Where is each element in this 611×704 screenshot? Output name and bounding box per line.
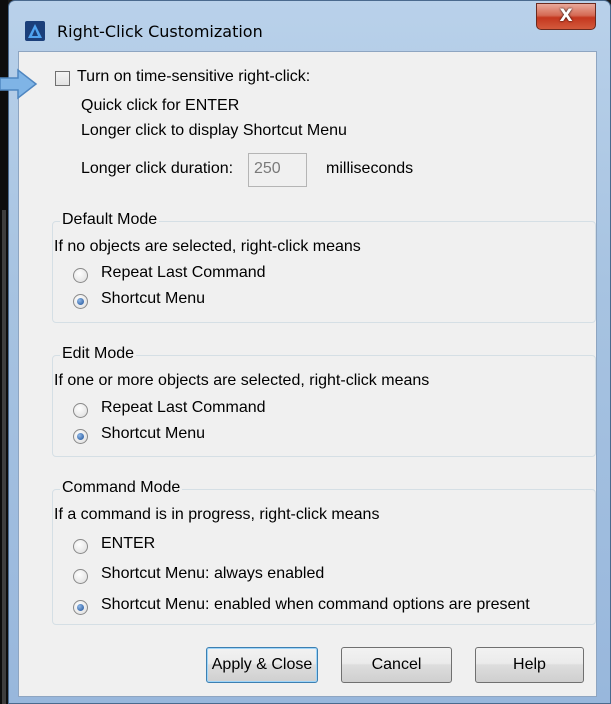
close-icon: X (559, 6, 573, 26)
default-repeat-label[interactable]: Repeat Last Command (101, 264, 266, 282)
window-title: Right-Click Customization (57, 22, 263, 41)
edit-repeat-label[interactable]: Repeat Last Command (101, 399, 266, 417)
default-repeat-radio[interactable] (73, 268, 88, 283)
duration-input[interactable]: 250 (248, 153, 307, 187)
duration-unit-label: milliseconds (326, 160, 414, 177)
command-mode-title: Command Mode (60, 479, 183, 497)
time-sensitive-checkbox[interactable] (55, 71, 70, 86)
edit-repeat-radio[interactable] (73, 403, 88, 418)
command-always-label[interactable]: Shortcut Menu: always enabled (101, 565, 324, 583)
time-sensitive-label[interactable]: Turn on time-sensitive right-click: (77, 68, 310, 86)
cancel-button[interactable]: Cancel (341, 647, 452, 683)
edit-shortcut-label[interactable]: Shortcut Menu (101, 425, 205, 443)
default-shortcut-label[interactable]: Shortcut Menu (101, 290, 205, 308)
longer-click-text: Longer click to display Shortcut Menu (81, 122, 347, 139)
close-button[interactable]: X (536, 3, 596, 30)
edit-mode-title: Edit Mode (60, 345, 137, 363)
background-window-strip (2, 210, 6, 704)
default-shortcut-radio[interactable] (73, 294, 88, 309)
command-mode-description: If a command is in progress, right-click… (54, 506, 380, 523)
default-mode-title: Default Mode (60, 211, 160, 229)
command-options-radio[interactable] (73, 600, 88, 615)
apply-close-button[interactable]: Apply & Close (206, 647, 318, 683)
edit-shortcut-radio[interactable] (73, 429, 88, 444)
duration-label: Longer click duration: (81, 160, 234, 177)
dialog-client-area: Turn on time-sensitive right-click: Quic… (18, 51, 597, 697)
command-enter-radio[interactable] (73, 539, 88, 554)
help-button[interactable]: Help (475, 647, 584, 683)
default-mode-description: If no objects are selected, right-click … (54, 238, 361, 255)
edit-mode-description: If one or more objects are selected, rig… (54, 372, 430, 389)
quick-click-text: Quick click for ENTER (81, 97, 240, 114)
autocad-triangle-icon (25, 21, 45, 41)
command-enter-label[interactable]: ENTER (101, 535, 155, 553)
command-always-radio[interactable] (73, 569, 88, 584)
title-bar[interactable]: Right-Click Customization X (9, 1, 610, 51)
dialog-window: Right-Click Customization X Turn on time… (8, 0, 611, 704)
pointer-arrow-icon (0, 68, 38, 100)
command-options-label[interactable]: Shortcut Menu: enabled when command opti… (101, 596, 530, 614)
